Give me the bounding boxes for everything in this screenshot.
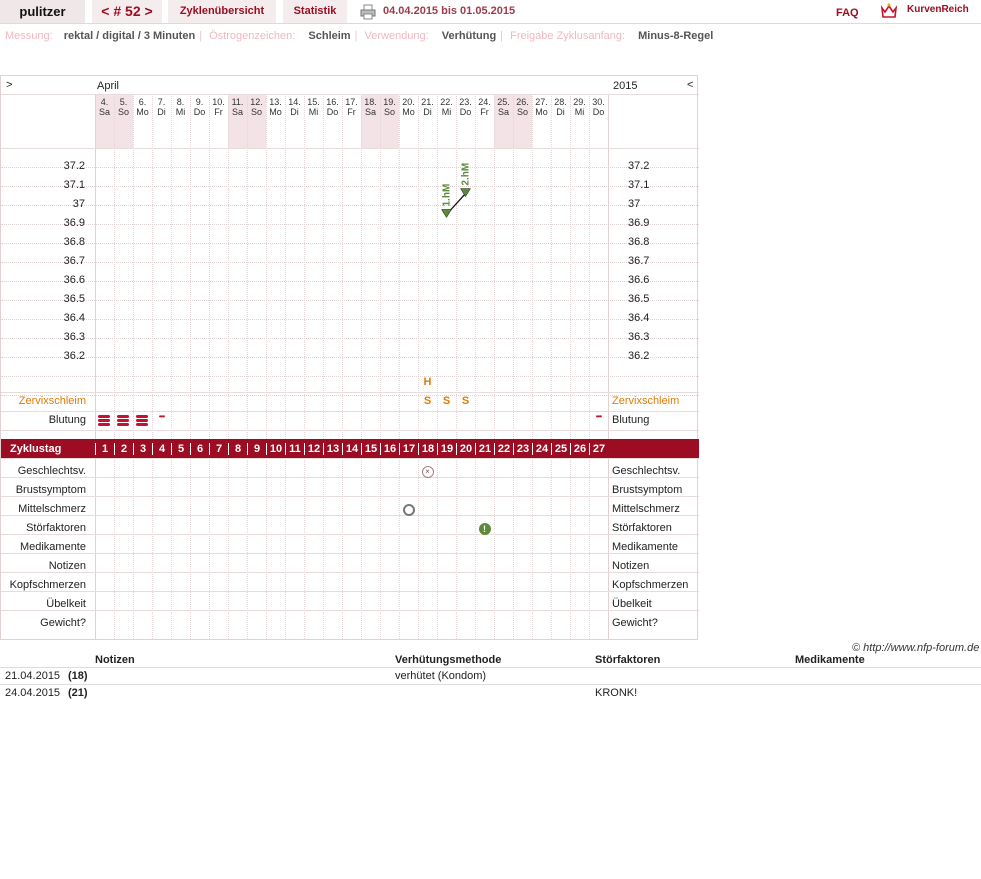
freigabe-label: Freigabe Zyklusanfang: [510, 30, 626, 42]
printer-icon[interactable] [360, 4, 376, 20]
cycle-day-number: 4 [152, 443, 171, 455]
cycle-day-number: 26 [570, 443, 589, 455]
cycle-day-number: 12 [304, 443, 323, 455]
logo-text[interactable]: KurvenReich [907, 4, 969, 15]
notes-header-verhuetung: Verhütungsmethode [395, 654, 502, 666]
cycle-day-number: 3 [133, 443, 152, 455]
username[interactable]: pulitzer [0, 0, 85, 23]
cycle-day-number: 5 [171, 443, 190, 455]
messung-label: Messung: [5, 30, 53, 42]
cycle-day-number: 20 [456, 443, 475, 455]
cycle-day-number: 24 [532, 443, 551, 455]
cycle-day-number: 25 [551, 443, 570, 455]
row-stoer: KRONK! [595, 687, 638, 699]
cycle-day-number: 1 [95, 443, 114, 455]
temperature-curve: 1.hM 2.hM [441, 163, 472, 218]
cycle-day-label: Zyklustag [10, 443, 62, 455]
cycle-day-number: 19 [437, 443, 456, 455]
cycle-day-number: 15 [361, 443, 380, 455]
cycle-day-number: 23 [513, 443, 532, 455]
cycle-day-number: 11 [285, 443, 304, 455]
verwendung-value: Verhütung [441, 30, 497, 42]
row-date: 24.04.2015 [5, 687, 61, 699]
statistics-link[interactable]: Statistik [283, 0, 347, 23]
verwendung-label: Verwendung: [364, 30, 429, 42]
cycle-day-number: 21 [475, 443, 494, 455]
cycle-day-number: 13 [323, 443, 342, 455]
row-day: (21) [68, 687, 88, 699]
cycle-day-number: 7 [209, 443, 228, 455]
overview-link[interactable]: Zyklenübersicht [168, 0, 276, 23]
row-date: 21.04.2015 [5, 670, 61, 682]
oestrogen-label: Östrogenzeichen: [209, 30, 296, 42]
cycle-day-number: 22 [494, 443, 513, 455]
temperature-point[interactable] [460, 188, 471, 198]
notes-header-stoerfaktoren: Störfaktoren [595, 654, 661, 666]
table-row: 24.04.2015 (21) KRONK! [0, 684, 981, 701]
cycle-day-number: 10 [266, 443, 285, 455]
cycle-day-number: 8 [228, 443, 247, 455]
first-hm-label: 1.hM [442, 184, 453, 207]
row-day: (18) [68, 670, 88, 682]
cycle-meta: Messung: rektal / digital / 3 Minuten | Ö… [5, 30, 714, 42]
second-hm-label: 2.hM [461, 163, 472, 186]
date-range: 04.04.2015 bis 01.05.2015 [383, 5, 516, 17]
cycle-day-number: 16 [380, 443, 399, 455]
copyright: © http://www.nfp-forum.de [852, 642, 980, 654]
cycle-day-number: 2 [114, 443, 133, 455]
cycle-day-number: 18 [418, 443, 437, 455]
notes-header-notizen: Notizen [95, 654, 135, 666]
cycle-day-number: 9 [247, 443, 266, 455]
freigabe-value: Minus-8-Regel [638, 30, 714, 42]
cycle-nav[interactable]: < # 52 > [92, 0, 162, 23]
temperature-point[interactable] [441, 209, 452, 218]
cycle-day-number: 14 [342, 443, 361, 455]
cycle-chart: > April 2015 < 4. Sa 5. So 6. Mo 7. Di 8. Mi… [0, 75, 699, 640]
top-bar: pulitzer < # 52 > Zyklenübersicht Statis… [0, 0, 981, 24]
cycle-day-number: 17 [399, 443, 418, 455]
table-row: 21.04.2015 (18) verhütet (Kondom) [0, 667, 981, 684]
faq-link[interactable]: FAQ [836, 7, 859, 19]
row-verhuetung: verhütet (Kondom) [395, 670, 487, 682]
oestrogen-value: Schleim [308, 30, 351, 42]
notes-header-medikamente: Medikamente [795, 654, 865, 666]
cycle-day-number: 6 [190, 443, 209, 455]
crown-logo-icon [880, 3, 898, 18]
cycle-day-bar: Zyklustag 1 2 3 4 5 6 7 8 9 10 11 12 13 14 15 16 17 18 19 2… [1, 439, 699, 458]
cycle-day-number: 27 [589, 443, 608, 455]
messung-value: rektal / digital / 3 Minuten [63, 30, 196, 42]
